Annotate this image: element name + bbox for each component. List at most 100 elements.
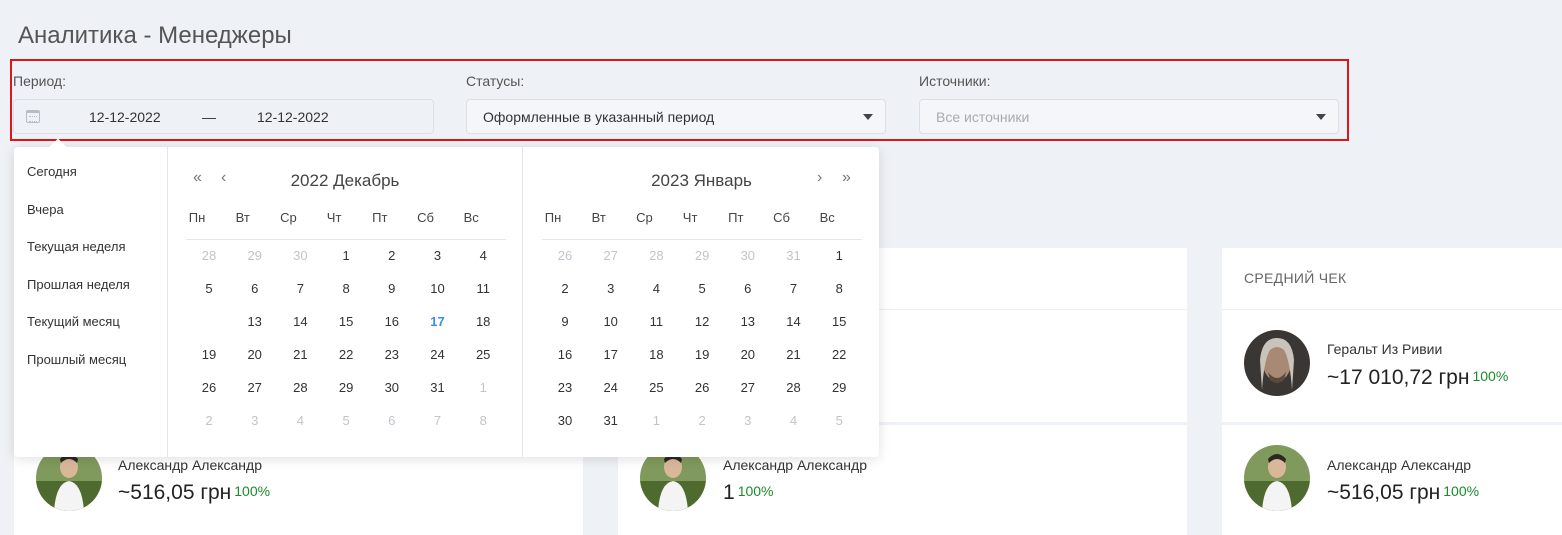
date-cell[interactable]: 28 xyxy=(641,244,671,268)
date-cell[interactable]: 23 xyxy=(550,376,580,400)
date-cell[interactable]: 20 xyxy=(240,343,270,367)
date-cell[interactable]: 3 xyxy=(596,277,626,301)
date-cell[interactable]: 1 xyxy=(468,376,498,400)
shortcut-current-month[interactable]: Текущий месяц xyxy=(27,314,120,329)
date-cell[interactable]: 30 xyxy=(377,376,407,400)
date-cell[interactable]: 25 xyxy=(641,376,671,400)
date-cell-label: 29 xyxy=(338,380,354,395)
date-cell[interactable]: 10 xyxy=(596,310,626,334)
date-cell[interactable]: 9 xyxy=(377,277,407,301)
selected-date-cell[interactable]: 12 xyxy=(194,309,224,335)
date-cell[interactable]: 5 xyxy=(331,409,361,433)
date-cell[interactable]: 17 xyxy=(596,343,626,367)
date-cell[interactable]: 6 xyxy=(733,277,763,301)
date-cell[interactable]: 31 xyxy=(596,409,626,433)
date-cell[interactable]: 4 xyxy=(468,244,498,268)
date-cell[interactable]: 13 xyxy=(240,310,270,334)
date-cell[interactable]: 18 xyxy=(468,310,498,334)
date-cell[interactable]: 7 xyxy=(779,277,809,301)
shortcut-today[interactable]: Сегодня xyxy=(27,164,77,179)
date-cell[interactable]: 5 xyxy=(824,409,854,433)
date-cell[interactable]: 12 xyxy=(687,310,717,334)
date-cell[interactable]: 2 xyxy=(194,409,224,433)
date-cell[interactable]: 31 xyxy=(423,376,453,400)
date-cell[interactable]: 19 xyxy=(687,343,717,367)
date-cell[interactable]: 5 xyxy=(687,277,717,301)
date-cell[interactable]: 2 xyxy=(377,244,407,268)
date-cell[interactable]: 31 xyxy=(779,244,809,268)
date-cell[interactable]: 3 xyxy=(733,409,763,433)
date-cell[interactable]: 22 xyxy=(331,343,361,367)
date-cell[interactable]: 14 xyxy=(285,310,315,334)
date-cell[interactable]: 11 xyxy=(468,277,498,301)
shortcut-last-month[interactable]: Прошлый месяц xyxy=(27,352,126,367)
date-cell-label: 8 xyxy=(835,281,843,296)
date-cell[interactable]: 8 xyxy=(824,277,854,301)
date-cell[interactable]: 27 xyxy=(596,244,626,268)
date-cell[interactable]: 3 xyxy=(240,409,270,433)
date-cell[interactable]: 6 xyxy=(377,409,407,433)
date-cell[interactable]: 27 xyxy=(240,376,270,400)
date-cell[interactable]: 11 xyxy=(641,310,671,334)
date-cell[interactable]: 30 xyxy=(285,244,315,268)
date-cell[interactable]: 7 xyxy=(285,277,315,301)
date-cell[interactable]: 9 xyxy=(550,310,580,334)
date-cell[interactable]: 4 xyxy=(285,409,315,433)
date-cell[interactable]: 28 xyxy=(194,244,224,268)
today-date-cell[interactable]: 17 xyxy=(423,310,453,334)
shortcut-last-week[interactable]: Прошлая неделя xyxy=(27,277,130,292)
date-cell[interactable]: 4 xyxy=(641,277,671,301)
date-start-input[interactable]: 12-12-2022 xyxy=(89,109,161,125)
date-cell[interactable]: 26 xyxy=(194,376,224,400)
date-cell[interactable]: 28 xyxy=(285,376,315,400)
date-cell[interactable]: 8 xyxy=(468,409,498,433)
date-end-input[interactable]: 12-12-2022 xyxy=(257,109,329,125)
date-cell-label: 28 xyxy=(201,248,217,263)
date-cell[interactable]: 5 xyxy=(194,277,224,301)
date-cell[interactable]: 30 xyxy=(733,244,763,268)
date-cell[interactable]: 25 xyxy=(468,343,498,367)
date-cell[interactable]: 29 xyxy=(824,376,854,400)
date-cell[interactable]: 2 xyxy=(550,277,580,301)
date-cell[interactable]: 29 xyxy=(687,244,717,268)
weekday-label: Чт xyxy=(326,210,342,225)
date-cell[interactable]: 19 xyxy=(194,343,224,367)
date-cell[interactable]: 1 xyxy=(641,409,671,433)
date-cell[interactable]: 16 xyxy=(550,343,580,367)
date-cell[interactable]: 16 xyxy=(377,310,407,334)
date-cell[interactable]: 20 xyxy=(733,343,763,367)
date-cell[interactable]: 15 xyxy=(331,310,361,334)
date-cell[interactable]: 1 xyxy=(331,244,361,268)
date-cell[interactable]: 23 xyxy=(377,343,407,367)
date-cell[interactable]: 14 xyxy=(779,310,809,334)
date-cell[interactable]: 15 xyxy=(824,310,854,334)
date-cell[interactable]: 22 xyxy=(824,343,854,367)
date-cell[interactable]: 26 xyxy=(687,376,717,400)
date-cell[interactable]: 18 xyxy=(641,343,671,367)
date-cell[interactable]: 21 xyxy=(285,343,315,367)
date-cell[interactable]: 6 xyxy=(240,277,270,301)
date-range-input[interactable]: 12-12-2022 — 12-12-2022 xyxy=(13,99,434,134)
date-cell[interactable]: 27 xyxy=(733,376,763,400)
date-cell[interactable]: 1 xyxy=(824,244,854,268)
date-cell[interactable]: 21 xyxy=(779,343,809,367)
date-cell[interactable]: 8 xyxy=(331,277,361,301)
date-cell[interactable]: 26 xyxy=(550,244,580,268)
shortcut-current-week[interactable]: Текущая неделя xyxy=(27,239,125,254)
date-cell[interactable]: 10 xyxy=(423,277,453,301)
date-cell[interactable]: 13 xyxy=(733,310,763,334)
date-cell-label: 12 xyxy=(694,314,710,329)
status-select[interactable]: Оформленные в указанный период xyxy=(466,99,886,134)
shortcut-yesterday[interactable]: Вчера xyxy=(27,202,64,217)
date-cell[interactable]: 28 xyxy=(779,376,809,400)
date-cell[interactable]: 29 xyxy=(240,244,270,268)
date-cell[interactable]: 3 xyxy=(423,244,453,268)
date-cell[interactable]: 29 xyxy=(331,376,361,400)
source-select[interactable]: Все источники xyxy=(919,99,1339,134)
date-cell[interactable]: 24 xyxy=(423,343,453,367)
date-cell[interactable]: 2 xyxy=(687,409,717,433)
date-cell[interactable]: 30 xyxy=(550,409,580,433)
date-cell[interactable]: 24 xyxy=(596,376,626,400)
date-cell[interactable]: 7 xyxy=(423,409,453,433)
date-cell[interactable]: 4 xyxy=(779,409,809,433)
